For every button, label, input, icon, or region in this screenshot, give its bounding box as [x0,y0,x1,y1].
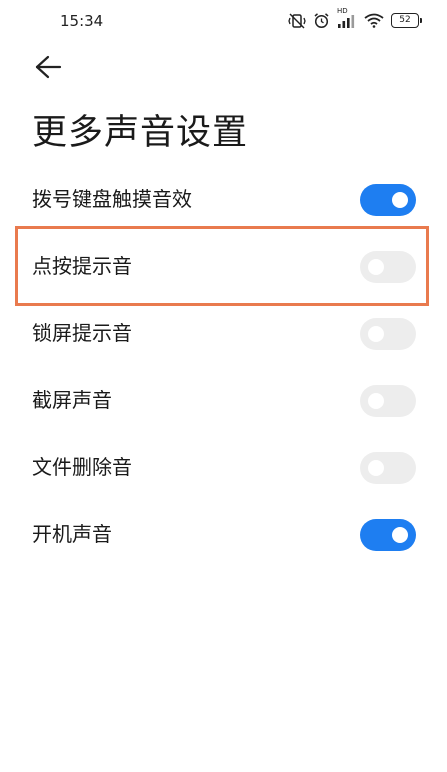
dial-pad-touch-sound-toggle[interactable] [360,184,416,216]
signal-icon: HD [337,7,357,29]
setting-label: 锁屏提示音 [32,321,132,345]
toggle-knob [392,527,408,543]
setting-row-dial-pad-touch-sound[interactable]: 拨号键盘触摸音效 [0,166,447,233]
status-bar: 15:34 HD 52 [0,0,447,42]
setting-row-boot-sound[interactable]: 开机声音 [0,501,447,568]
back-button[interactable] [30,52,64,82]
page-title: 更多声音设置 [32,113,249,153]
vibrate-icon [288,13,306,29]
setting-row-file-delete-sound[interactable]: 文件删除音 [0,434,447,501]
wifi-icon [364,13,384,28]
alarm-icon [313,12,330,29]
file-delete-sound-toggle[interactable] [360,452,416,484]
lock-screen-sound-toggle[interactable] [360,318,416,350]
battery-icon: 52 [391,13,422,28]
boot-sound-toggle[interactable] [360,519,416,551]
toggle-knob [368,259,384,275]
setting-label: 文件删除音 [32,455,132,479]
setting-row-tap-sound[interactable]: 点按提示音 [0,233,447,300]
setting-label: 点按提示音 [32,254,132,278]
toggle-knob [368,393,384,409]
toggle-knob [392,192,408,208]
setting-label: 开机声音 [32,522,112,546]
toggle-knob [368,460,384,476]
back-arrow-icon [35,55,62,79]
status-time: 15:34 [60,12,104,30]
toggle-knob [368,326,384,342]
settings-list: 拨号键盘触摸音效 点按提示音 锁屏提示音 截屏声音 文件删除音 开机声音 [0,166,447,568]
tap-sound-toggle[interactable] [360,251,416,283]
screenshot-sound-toggle[interactable] [360,385,416,417]
setting-row-lock-screen-sound[interactable]: 锁屏提示音 [0,300,447,367]
setting-label: 拨号键盘触摸音效 [32,187,192,211]
setting-label: 截屏声音 [32,388,112,412]
setting-row-screenshot-sound[interactable]: 截屏声音 [0,367,447,434]
status-icons: HD 52 [288,7,422,29]
network-label: HD [337,6,348,15]
